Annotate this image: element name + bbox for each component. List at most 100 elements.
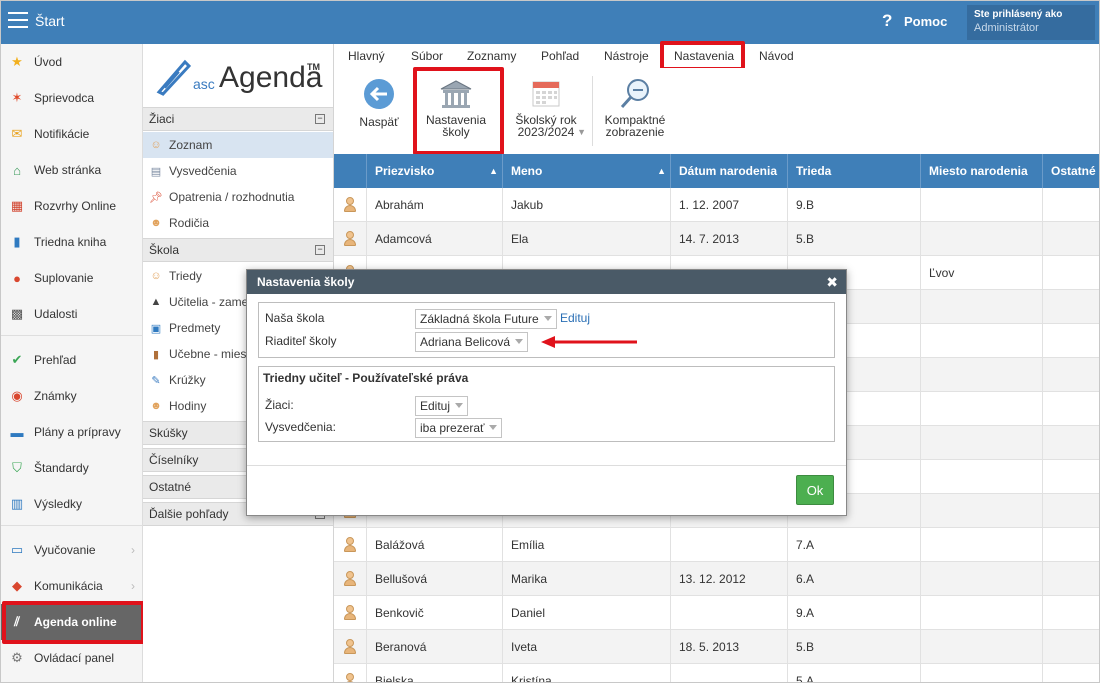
table-row[interactable]: Abrahám Jakub 1. 12. 2007 9.B: [334, 188, 1100, 222]
sidebar-item-sprievodca[interactable]: ✶ Sprievodca: [0, 80, 143, 116]
table-row[interactable]: Bellušová Marika 13. 12. 2012 6.A: [334, 562, 1100, 596]
table-row[interactable]: Adamcová Ela 14. 7. 2013 5.B: [334, 222, 1100, 256]
nav-item-label: Triedy: [169, 269, 202, 283]
header-miesto-narodenia[interactable]: Miesto narodenia: [921, 154, 1043, 188]
group-label: Žiaci: [149, 112, 175, 126]
sidebar-item-ovladaci-panel[interactable]: ⚙ Ovládací panel: [0, 640, 143, 676]
cell-place: [921, 426, 1043, 460]
nasa-skola-select[interactable]: Základná škola Future: [415, 309, 557, 329]
dropdown-arrow-icon: ▼: [577, 127, 586, 137]
collapse-icon[interactable]: −: [315, 245, 325, 255]
nav-item-vysvedcenia[interactable]: ▤ Vysvedčenia: [143, 158, 333, 184]
table-row[interactable]: Balážová Emília 7.A: [334, 528, 1100, 562]
user-name: Administrátor: [974, 22, 1039, 34]
app-title[interactable]: Štart: [35, 13, 65, 29]
logo-asc-text: asc: [193, 76, 215, 92]
ziaci-rights-select[interactable]: Edituj: [415, 396, 468, 416]
star-icon: ★: [11, 54, 23, 69]
header-priezvisko[interactable]: Priezvisko ▲: [367, 154, 503, 188]
header-meno[interactable]: Meno ▲: [503, 154, 671, 188]
ok-button[interactable]: Ok: [796, 475, 834, 505]
school-fieldset: Naša škola Základná škola Future Edituj …: [258, 302, 835, 358]
cell-surname: Balážová: [367, 528, 503, 562]
header-label: Meno: [511, 164, 543, 178]
book-icon: ▮: [13, 234, 21, 249]
collapse-icon[interactable]: −: [315, 114, 325, 124]
sidebar-item-rozvrhy-online[interactable]: ▦ Rozvrhy Online: [0, 188, 143, 224]
rights-title: Triedny učiteľ - Používateľské práva: [263, 371, 469, 385]
user-box[interactable]: Ste prihlásený ako Administrátor: [967, 5, 1095, 40]
cell-class: 6.A: [788, 562, 921, 596]
nav-item-zoznam[interactable]: ☺ Zoznam: [143, 132, 333, 158]
compact-view-button[interactable]: Kompaktné zobrazenie: [600, 78, 670, 138]
sidebar-item-znamky[interactable]: ◉ Známky: [0, 378, 143, 414]
sidebar-item-notifikacie[interactable]: ✉ Notifikácie: [0, 116, 143, 152]
cell-ostatne: [1043, 596, 1100, 630]
grades-icon: ◉: [11, 388, 23, 403]
chevron-right-icon: ›: [131, 579, 135, 593]
group-skola[interactable]: Škola −: [143, 238, 333, 262]
sidebar-item-uvod[interactable]: ★ Úvod: [0, 44, 143, 80]
menu-pohlad[interactable]: Pohľad: [541, 49, 579, 63]
cell-ostatne: [1043, 324, 1100, 358]
sidebar-item-label: Úvod: [34, 55, 63, 69]
nav-item-opatrenia[interactable]: 📌︎ Opatrenia / rozhodnutia: [143, 184, 333, 210]
graduation-cap-icon: ▲: [150, 296, 162, 308]
header-label: Dátum narodenia: [679, 164, 778, 178]
sidebar-item-plany-a-pripravy[interactable]: ▬ Plány a prípravy: [0, 414, 143, 450]
sidebar-item-prehlad[interactable]: ✔ Prehľad: [0, 342, 143, 378]
sidebar-item-web-stranka[interactable]: ⌂ Web stránka: [0, 152, 143, 188]
close-icon[interactable]: ✖: [826, 274, 838, 291]
riaditel-select[interactable]: Adriana Belicová: [415, 332, 528, 352]
hamburger-menu-icon[interactable]: [8, 12, 28, 30]
chat-icon: ◆: [12, 578, 22, 593]
nav-item-label: Predmety: [169, 321, 221, 335]
header-trieda[interactable]: Trieda: [788, 154, 921, 188]
menu-subor[interactable]: Súbor: [411, 49, 443, 63]
vysvedcenia-rights-select[interactable]: iba prezerať: [415, 418, 502, 438]
header-datum-narodenia[interactable]: Dátum narodenia: [671, 154, 788, 188]
cell-ostatne: [1043, 222, 1100, 256]
sidebar-item-komunikacia[interactable]: ◆ Komunikácia ›: [0, 568, 143, 604]
menu-navod[interactable]: Návod: [759, 49, 794, 63]
cell-name: Emília: [503, 528, 671, 562]
help-link[interactable]: Pomoc: [904, 14, 947, 29]
ziaci-label: Žiaci:: [265, 398, 294, 412]
sidebar-item-triedna-kniha[interactable]: ▮ Triedna kniha: [0, 224, 143, 260]
sidebar-item-label: Suplovanie: [34, 271, 94, 285]
open-book-icon: ▭: [10, 542, 24, 557]
back-button[interactable]: Naspäť: [354, 78, 404, 128]
nav-item-rodicia[interactable]: ☻ Rodičia: [143, 210, 333, 236]
sidebar-item-standardy[interactable]: ⛉ Štandardy: [0, 450, 143, 486]
student-person-icon: [334, 188, 367, 222]
group-ziaci[interactable]: Žiaci −: [143, 107, 333, 131]
table-row[interactable]: Benkovič Daniel 9.A: [334, 596, 1100, 630]
table-row[interactable]: Beranová Iveta 18. 5. 2013 5.B: [334, 630, 1100, 664]
cell-dob: [671, 664, 788, 683]
sidebar-item-label: Prehľad: [34, 353, 77, 367]
magnifier-icon: [620, 79, 649, 109]
sidebar-item-suplovanie[interactable]: ● Suplovanie: [0, 260, 143, 296]
header-ostatne[interactable]: Ostatné: [1043, 154, 1100, 188]
sidebar-item-vysledky[interactable]: ▥ Výsledky: [0, 486, 143, 522]
sidebar-item-udalosti[interactable]: ▩ Udalosti: [0, 296, 143, 332]
highlight-nastavenia-menu: [660, 41, 745, 71]
table-row[interactable]: Bielska Kristína 5.A: [334, 664, 1100, 683]
menu-hlavny[interactable]: Hlavný: [348, 49, 385, 63]
nav-item-label: Rodičia: [169, 216, 210, 230]
subject-icon: ▣: [150, 322, 162, 335]
logo-tm-text: TM: [307, 62, 320, 72]
school-year-button[interactable]: Školský rok 2023/2024 ▼: [510, 78, 586, 138]
edit-school-link[interactable]: Edituj: [560, 311, 590, 325]
cell-place: [921, 188, 1043, 222]
help-icon[interactable]: ?: [882, 11, 892, 31]
certificate-icon: ▤: [150, 165, 162, 178]
select-value: iba prezerať: [420, 421, 485, 435]
sidebar-item-label: Komunikácia: [34, 579, 103, 593]
sidebar-item-vyucovanie[interactable]: ▭ Vyučovanie ›: [0, 532, 143, 568]
nav-item-label: Krúžky: [169, 373, 206, 387]
menu-nastroje[interactable]: Nástroje: [604, 49, 649, 63]
person-icon: ●: [13, 270, 21, 286]
cell-class: 5.B: [788, 630, 921, 664]
menu-zoznamy[interactable]: Zoznamy: [467, 49, 516, 63]
